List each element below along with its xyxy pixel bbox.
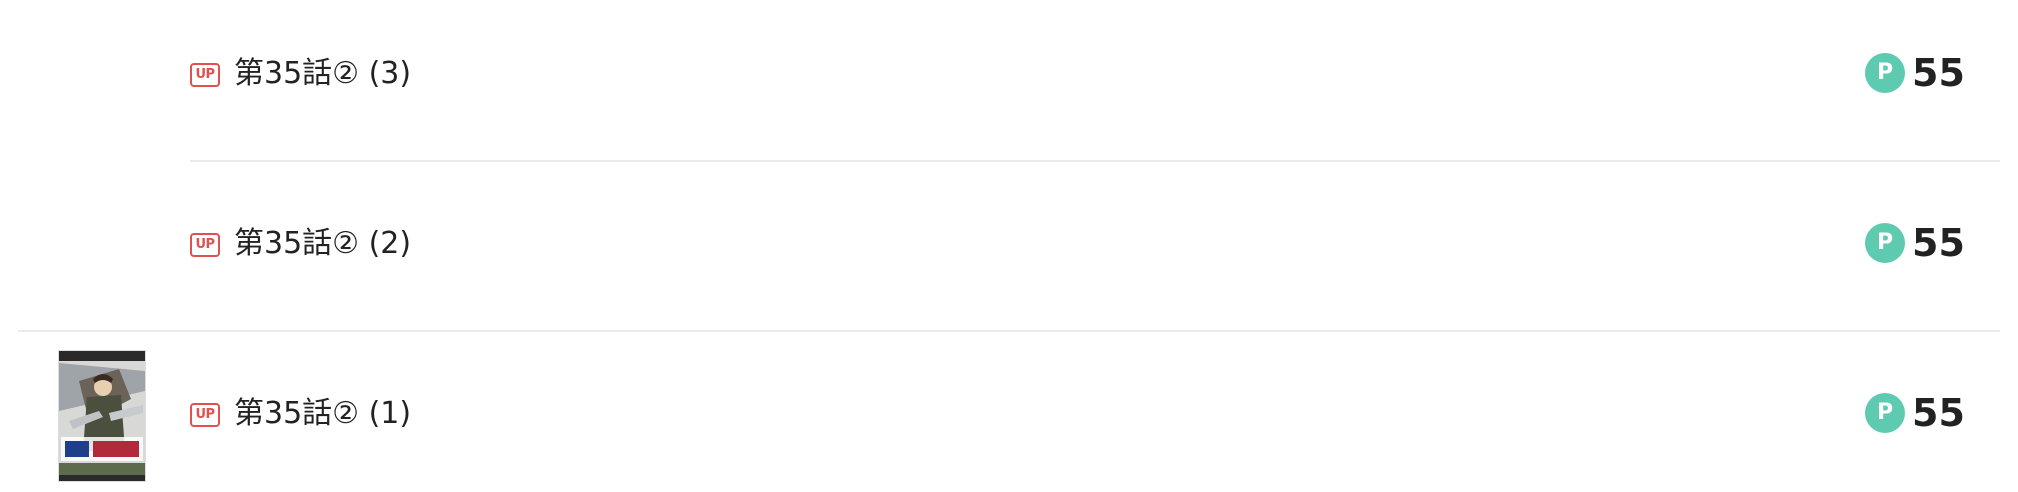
episode-row[interactable]: UP 第35話② (2) P 55: [0, 160, 2018, 330]
up-badge-icon: UP: [190, 403, 220, 427]
up-badge-icon: UP: [190, 233, 220, 257]
comic-cover-thumbnail[interactable]: [58, 350, 146, 482]
episode-price: 55: [1912, 391, 1965, 435]
point-coin-icon: P: [1865, 393, 1905, 433]
point-coin-icon: P: [1865, 53, 1905, 93]
episode-row[interactable]: UP 第35話② (1) P 55: [0, 330, 2018, 492]
episode-title[interactable]: 第35話② (3): [234, 54, 411, 94]
episode-row[interactable]: UP 第35話② (3) P 55: [0, 0, 2018, 170]
episode-price: 55: [1912, 221, 1965, 265]
cover-art-icon: [59, 351, 145, 481]
episode-title[interactable]: 第35話② (2): [234, 224, 411, 264]
up-badge-icon: UP: [190, 63, 220, 87]
episode-price: 55: [1912, 51, 1965, 95]
point-coin-icon: P: [1865, 223, 1905, 263]
episode-list: UP 第35話② (3) P 55 UP 第35話② (2) P 55 UP 第…: [0, 0, 2018, 492]
episode-title[interactable]: 第35話② (1): [234, 394, 411, 434]
